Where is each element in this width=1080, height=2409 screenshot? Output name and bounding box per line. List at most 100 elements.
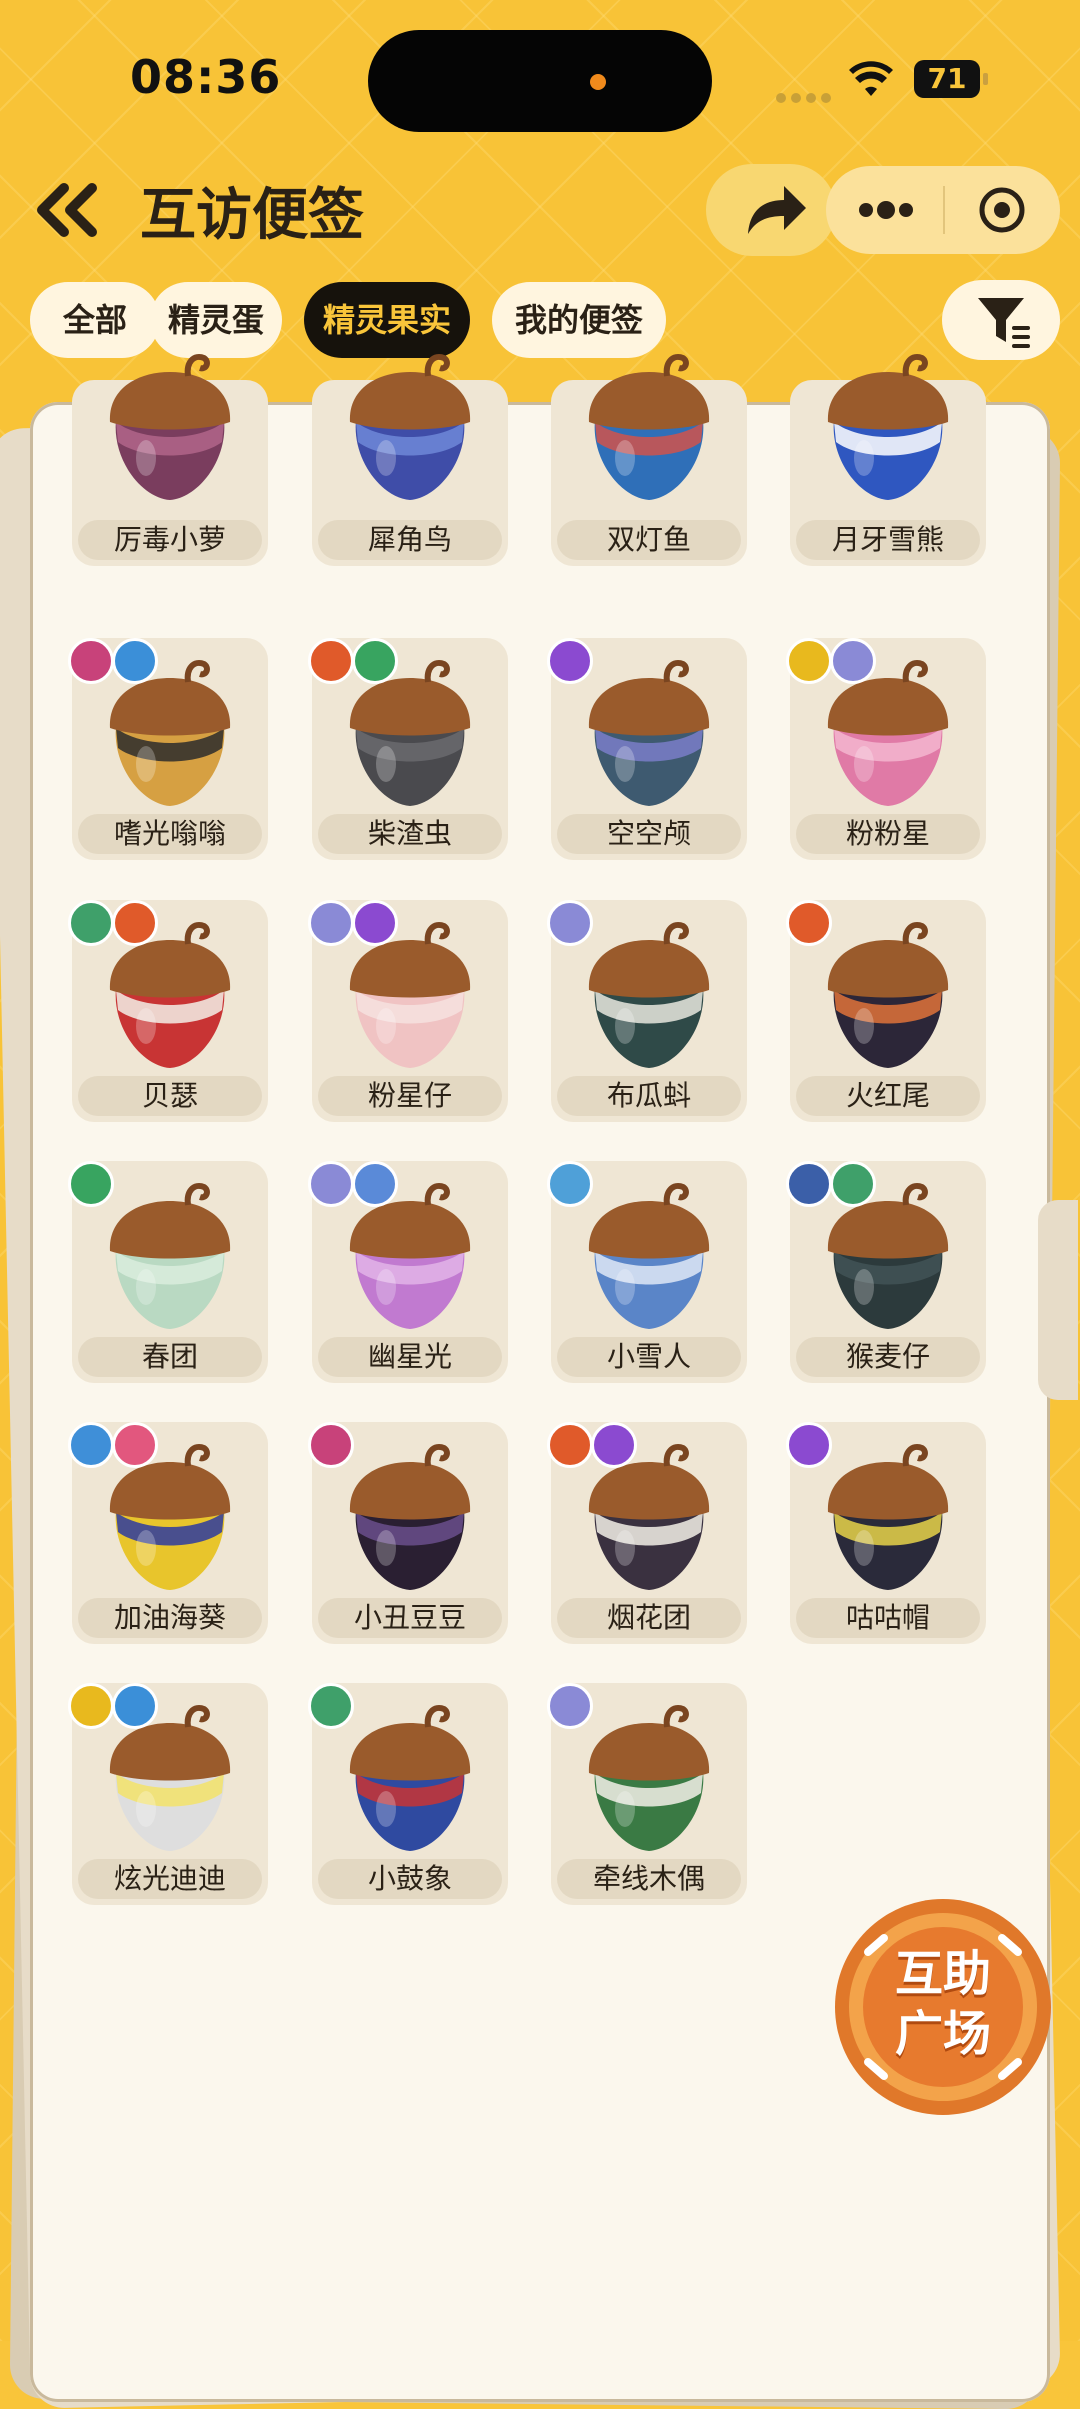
- acorn-cap: [588, 940, 710, 998]
- fruit-card[interactable]: 布瓜蚪: [547, 900, 747, 1122]
- acorn-stem: [184, 354, 210, 377]
- acorn-shine: [615, 440, 635, 476]
- element-type-icon: [308, 638, 354, 684]
- acorn-cap: [349, 1723, 471, 1781]
- fruit-card[interactable]: 空空颅: [547, 638, 747, 860]
- tab-my-notes[interactable]: 我的便签: [492, 282, 666, 358]
- acorn-shine: [854, 440, 874, 476]
- acorn-cap: [349, 940, 471, 998]
- element-type-icon: [547, 1161, 593, 1207]
- element-type-icon: [68, 1422, 114, 1468]
- fruit-card[interactable]: 牵线木偶: [547, 1683, 747, 1905]
- acorn-shine: [376, 1791, 396, 1827]
- element-type-icon: [308, 1422, 354, 1468]
- fruit-name-label: 小雪人: [557, 1337, 741, 1377]
- fruit-card[interactable]: 贝瑟: [68, 900, 268, 1122]
- share-button[interactable]: [706, 164, 836, 256]
- fruit-name-label: 嗜光嗡嗡: [78, 814, 262, 854]
- fruit-name-label: 小鼓象: [318, 1859, 502, 1899]
- acorn-stem: [184, 1183, 210, 1206]
- fruit-card[interactable]: 嗜光嗡嗡: [68, 638, 268, 860]
- acorn-stem: [424, 1183, 450, 1206]
- acorn-cap: [109, 372, 231, 430]
- back-chevron-icon[interactable]: [28, 180, 108, 240]
- acorn-stem: [184, 922, 210, 945]
- fruit-card[interactable]: 幽星光: [308, 1161, 508, 1383]
- fruit-card[interactable]: 春团: [68, 1161, 268, 1383]
- fruit-card[interactable]: 粉星仔: [308, 900, 508, 1122]
- acorn-stem: [424, 922, 450, 945]
- fruit-card[interactable]: 炫光迪迪: [68, 1683, 268, 1905]
- fruit-card[interactable]: 粉粉星: [786, 638, 986, 860]
- fruit-card[interactable]: 月牙雪熊: [790, 354, 986, 566]
- fruit-name-label: 月牙雪熊: [796, 520, 980, 560]
- element-type-icon: [830, 1161, 876, 1207]
- acorn-fruit-icon: [349, 1444, 471, 1590]
- fruit-card[interactable]: 厉毒小萝: [72, 354, 268, 566]
- acorn-shine: [854, 1269, 874, 1305]
- fruit-name-label: 加油海葵: [78, 1598, 262, 1638]
- acorn-shine: [136, 440, 156, 476]
- status-bar: 08:36 71: [0, 0, 1080, 160]
- acorn-fruit-icon: [109, 1183, 231, 1329]
- fruit-card[interactable]: 猴麦仔: [786, 1161, 986, 1383]
- fruit-card[interactable]: 小雪人: [547, 1161, 747, 1383]
- fruit-name-label: 咕咕帽: [796, 1598, 980, 1638]
- element-type-icon: [352, 900, 398, 946]
- acorn-shine: [376, 1008, 396, 1044]
- acorn-cap: [827, 678, 949, 736]
- acorn-cap: [588, 1201, 710, 1259]
- acorn-fruit-icon: [827, 1444, 949, 1590]
- fruit-name-label: 粉星仔: [318, 1076, 502, 1116]
- fruit-name-label: 烟花团: [557, 1598, 741, 1638]
- fruit-card[interactable]: 小鼓象: [308, 1683, 508, 1905]
- element-type-icon: [591, 1422, 637, 1468]
- fruit-card[interactable]: 双灯鱼: [551, 354, 747, 566]
- acorn-stem: [184, 660, 210, 683]
- fruit-card[interactable]: 咕咕帽: [786, 1422, 986, 1644]
- element-type-icon: [308, 1683, 354, 1729]
- fruit-name-label: 小丑豆豆: [318, 1598, 502, 1638]
- help-plaza-button[interactable]: 互助 广场: [828, 1892, 1058, 2122]
- more-button[interactable]: [826, 166, 943, 254]
- acorn-fruit-icon: [588, 354, 710, 500]
- fruit-card[interactable]: 加油海葵: [68, 1422, 268, 1644]
- element-type-icon: [68, 1161, 114, 1207]
- acorn-shine: [615, 746, 635, 782]
- acorn-cap: [349, 1201, 471, 1259]
- acorn-cap: [109, 1723, 231, 1781]
- fruit-card[interactable]: 火红尾: [786, 900, 986, 1122]
- filter-button[interactable]: [942, 280, 1060, 360]
- acorn-cap: [349, 678, 471, 736]
- acorn-stem: [424, 354, 450, 377]
- acorn-fruit-icon: [588, 1183, 710, 1329]
- page-title: 互访便签: [140, 183, 364, 248]
- acorn-shine: [615, 1269, 635, 1305]
- fruit-card[interactable]: 小丑豆豆: [308, 1422, 508, 1644]
- acorn-cap: [827, 1462, 949, 1520]
- acorn-stem: [663, 1705, 689, 1728]
- element-type-icon: [68, 900, 114, 946]
- acorn-cap: [588, 372, 710, 430]
- close-miniprogram-button[interactable]: [945, 166, 1060, 254]
- fruit-card[interactable]: 柴渣虫: [308, 638, 508, 860]
- element-type-icon: [112, 900, 158, 946]
- element-type-icon: [68, 638, 114, 684]
- acorn-cap: [588, 1462, 710, 1520]
- tab-eggs[interactable]: 精灵蛋: [150, 282, 282, 358]
- element-type-icon: [112, 638, 158, 684]
- fruit-card[interactable]: 烟花团: [547, 1422, 747, 1644]
- fruit-card[interactable]: 犀角鸟: [312, 354, 508, 566]
- acorn-shine: [376, 1269, 396, 1305]
- acorn-shine: [854, 1530, 874, 1566]
- acorn-stem: [424, 660, 450, 683]
- tab-all[interactable]: 全部: [30, 282, 160, 358]
- acorn-fruit-icon: [827, 922, 949, 1068]
- acorn-fruit-icon: [588, 660, 710, 806]
- side-drawer-handle[interactable]: [1038, 1200, 1078, 1400]
- acorn-cap: [349, 1462, 471, 1520]
- fruit-name-label: 猴麦仔: [796, 1337, 980, 1377]
- status-time: 08:36: [130, 50, 282, 104]
- tab-fruits[interactable]: 精灵果实: [304, 282, 470, 358]
- acorn-shine: [854, 1008, 874, 1044]
